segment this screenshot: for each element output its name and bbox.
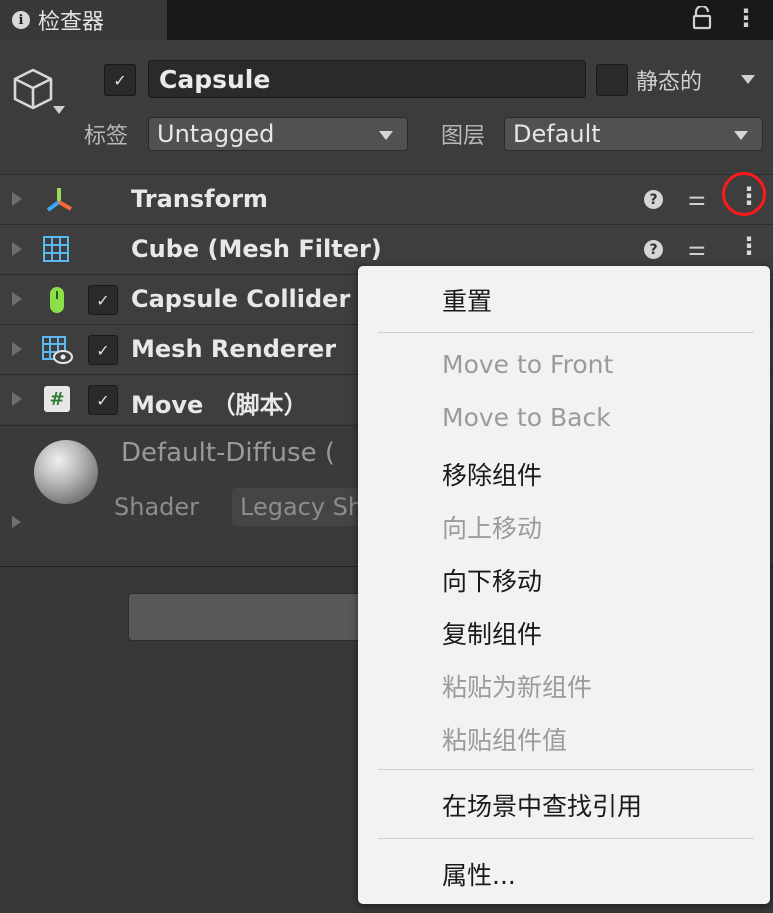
highlight-ring (722, 172, 766, 216)
foldout-arrow-icon[interactable] (12, 292, 22, 306)
layer-label: 图层 (441, 124, 486, 149)
lock-icon[interactable] (692, 4, 712, 36)
component-label: Cube (Mesh Filter) (131, 235, 382, 263)
tag-label: 标签 (84, 124, 129, 149)
info-icon: i (12, 11, 30, 29)
component-enable-checkbox[interactable]: ✓ (88, 335, 118, 365)
material-preview-sphere (34, 440, 98, 504)
chevron-down-icon (734, 131, 748, 140)
foldout-arrow-icon[interactable] (12, 342, 22, 356)
gameobject-cube-icon[interactable] (10, 66, 56, 116)
transform-axes-icon (44, 185, 74, 219)
component-context-menu: 重置 Move to Front Move to Back 移除组件 向上移动 … (358, 266, 770, 904)
menu-item-find-references[interactable]: 在场景中查找引用 (442, 787, 642, 823)
active-checkbox[interactable]: ✓ (104, 64, 136, 96)
tab-menu-kebab-icon[interactable]: ⋮ (734, 4, 758, 32)
menu-item-move-up: 向上移动 (442, 514, 543, 543)
component-enable-checkbox[interactable]: ✓ (88, 285, 118, 315)
menu-item-move-to-back: Move to Back (442, 403, 611, 432)
object-name-input[interactable]: Capsule (148, 60, 586, 98)
layer-dropdown[interactable]: Default (504, 117, 763, 151)
component-label: Mesh Renderer (131, 335, 337, 363)
static-checkbox[interactable] (596, 64, 628, 96)
help-icon[interactable]: ? (644, 190, 663, 209)
menu-separator (378, 769, 754, 770)
shader-label: Shader (114, 493, 200, 521)
material-foldout-arrow-icon[interactable] (12, 516, 21, 528)
menu-item-paste-as-new: 粘贴为新组件 (442, 673, 593, 702)
layer-value: Default (513, 120, 601, 148)
tab-inspector[interactable]: i 检查器 (0, 0, 167, 40)
menu-item-remove-component[interactable]: 移除组件 (442, 456, 542, 492)
tag-dropdown[interactable]: Untagged (148, 117, 408, 151)
mesh-filter-grid-icon (42, 235, 70, 267)
mesh-renderer-icon (41, 335, 73, 369)
help-icon[interactable]: ? (644, 240, 663, 259)
menu-item-properties[interactable]: 属性... (442, 856, 516, 892)
component-label: Transform (131, 185, 268, 213)
component-enable-checkbox[interactable]: ✓ (88, 385, 118, 415)
menu-item-paste-values: 粘贴组件值 (442, 726, 568, 755)
component-label: Move （脚本） (131, 391, 308, 419)
capsule-collider-icon (48, 285, 66, 319)
static-dropdown-caret-icon[interactable] (741, 75, 755, 84)
menu-separator (378, 332, 754, 333)
component-menu-kebab-icon[interactable]: ⋮ (737, 232, 761, 260)
preset-sliders-icon[interactable]: ⚌ (688, 236, 706, 260)
menu-item-reset[interactable]: 重置 (442, 282, 492, 318)
preset-sliders-icon[interactable]: ⚌ (688, 186, 706, 210)
menu-item-move-to-front: Move to Front (442, 350, 614, 379)
foldout-arrow-icon[interactable] (12, 192, 22, 206)
menu-item-copy-component[interactable]: 复制组件 (442, 615, 542, 651)
foldout-arrow-icon[interactable] (12, 392, 22, 406)
component-label: Capsule Collider (131, 285, 351, 313)
component-row-transform[interactable]: Transform ? ⚌ ⋮ (0, 174, 773, 224)
icon-picker-caret-icon[interactable] (53, 106, 65, 114)
static-label: 静态的 (636, 70, 703, 95)
script-hash-icon: # (44, 386, 70, 412)
menu-separator (378, 838, 754, 839)
menu-item-move-down[interactable]: 向下移动 (442, 562, 542, 598)
tag-value: Untagged (157, 120, 275, 148)
tab-title: 检查器 (38, 10, 105, 35)
chevron-down-icon (379, 131, 393, 140)
foldout-arrow-icon[interactable] (12, 242, 22, 256)
material-name: Default-Diffuse ( (121, 438, 335, 468)
